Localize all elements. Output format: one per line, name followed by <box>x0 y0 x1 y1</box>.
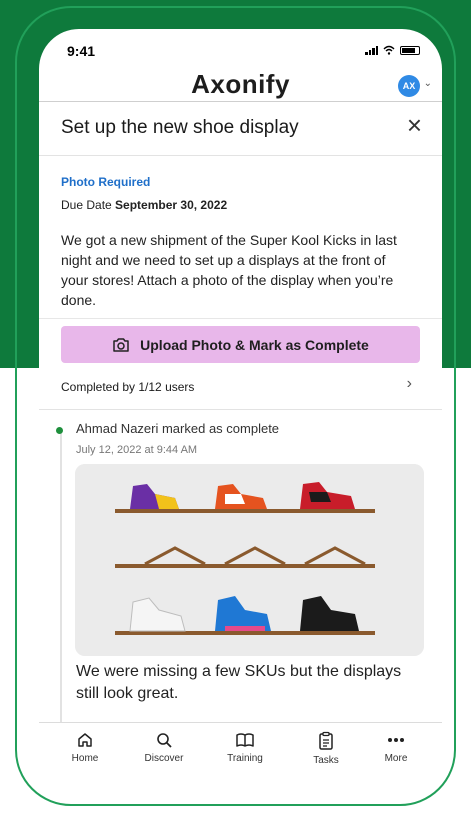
tab-training[interactable]: Training <box>210 731 280 764</box>
phone-screen: 9:41 Axonify AX ⌄ Set up the new shoe di… <box>39 29 442 795</box>
tab-more[interactable]: More <box>361 731 431 764</box>
due-date: Due Date September 30, 2022 <box>61 198 227 212</box>
feed-item-date: July 12, 2022 at 9:44 AM <box>76 444 198 456</box>
tab-tasks[interactable]: Tasks <box>291 731 361 766</box>
chevron-down-icon[interactable]: ⌄ <box>424 78 432 89</box>
timeline-dot <box>56 427 63 434</box>
upload-photo-label: Upload Photo & Mark as Complete <box>140 336 369 353</box>
search-icon <box>157 733 172 748</box>
tab-training-label: Training <box>227 753 263 764</box>
shoe-sole-pink <box>225 626 265 631</box>
tab-tasks-label: Tasks <box>313 755 339 766</box>
photo-required-label: Photo Required <box>61 175 151 189</box>
divider <box>39 318 442 319</box>
bottom-tab-bar: Home Discover Training Tasks More <box>39 722 442 795</box>
wifi-icon <box>383 45 395 55</box>
completed-by-row[interactable]: Completed by 1/12 users › <box>39 371 442 410</box>
tab-more-label: More <box>384 753 408 764</box>
due-date-label: Due Date <box>61 198 112 212</box>
camera-icon <box>113 337 129 352</box>
chevron-right-icon: › <box>406 375 412 392</box>
due-date-value: September 30, 2022 <box>115 198 228 212</box>
tab-home[interactable]: Home <box>50 731 120 764</box>
battery-icon <box>400 45 420 55</box>
shelf-middle <box>115 564 375 568</box>
feed-item-caption: We were missing a few SKUs but the displ… <box>76 663 402 702</box>
page-title: Set up the new shoe display <box>61 117 299 138</box>
feed-item-title: Ahmad Nazeri marked as complete <box>76 421 280 436</box>
book-icon <box>236 733 254 747</box>
status-time: 9:41 <box>67 43 96 59</box>
more-dots-icon <box>388 738 404 742</box>
tab-home-label: Home <box>71 753 99 764</box>
upload-photo-button[interactable]: Upload Photo & Mark as Complete <box>61 326 420 363</box>
task-description: We got a new shipment of the Super Kool … <box>61 232 397 308</box>
shoe-display-illustration <box>75 464 424 656</box>
avatar[interactable]: AX <box>398 75 420 97</box>
shelf-bottom <box>115 631 375 635</box>
shelf-top <box>115 509 375 513</box>
close-icon[interactable]: × <box>407 112 422 138</box>
axonify-logo: Axonify <box>191 69 290 99</box>
timeline-line <box>60 432 62 722</box>
signal-icon <box>365 45 378 55</box>
app-header: Axonify AX ⌄ <box>39 67 442 102</box>
tab-discover-label: Discover <box>144 753 184 764</box>
status-icons <box>365 45 420 55</box>
clipboard-icon <box>319 731 333 750</box>
tab-discover[interactable]: Discover <box>129 731 199 764</box>
status-bar: 9:41 <box>39 29 442 69</box>
home-icon <box>78 733 92 747</box>
completed-by-label: Completed by 1/12 users <box>61 380 195 394</box>
task-title-row: Set up the new shoe display × <box>39 102 442 156</box>
shoe-display-photo[interactable] <box>75 464 424 656</box>
